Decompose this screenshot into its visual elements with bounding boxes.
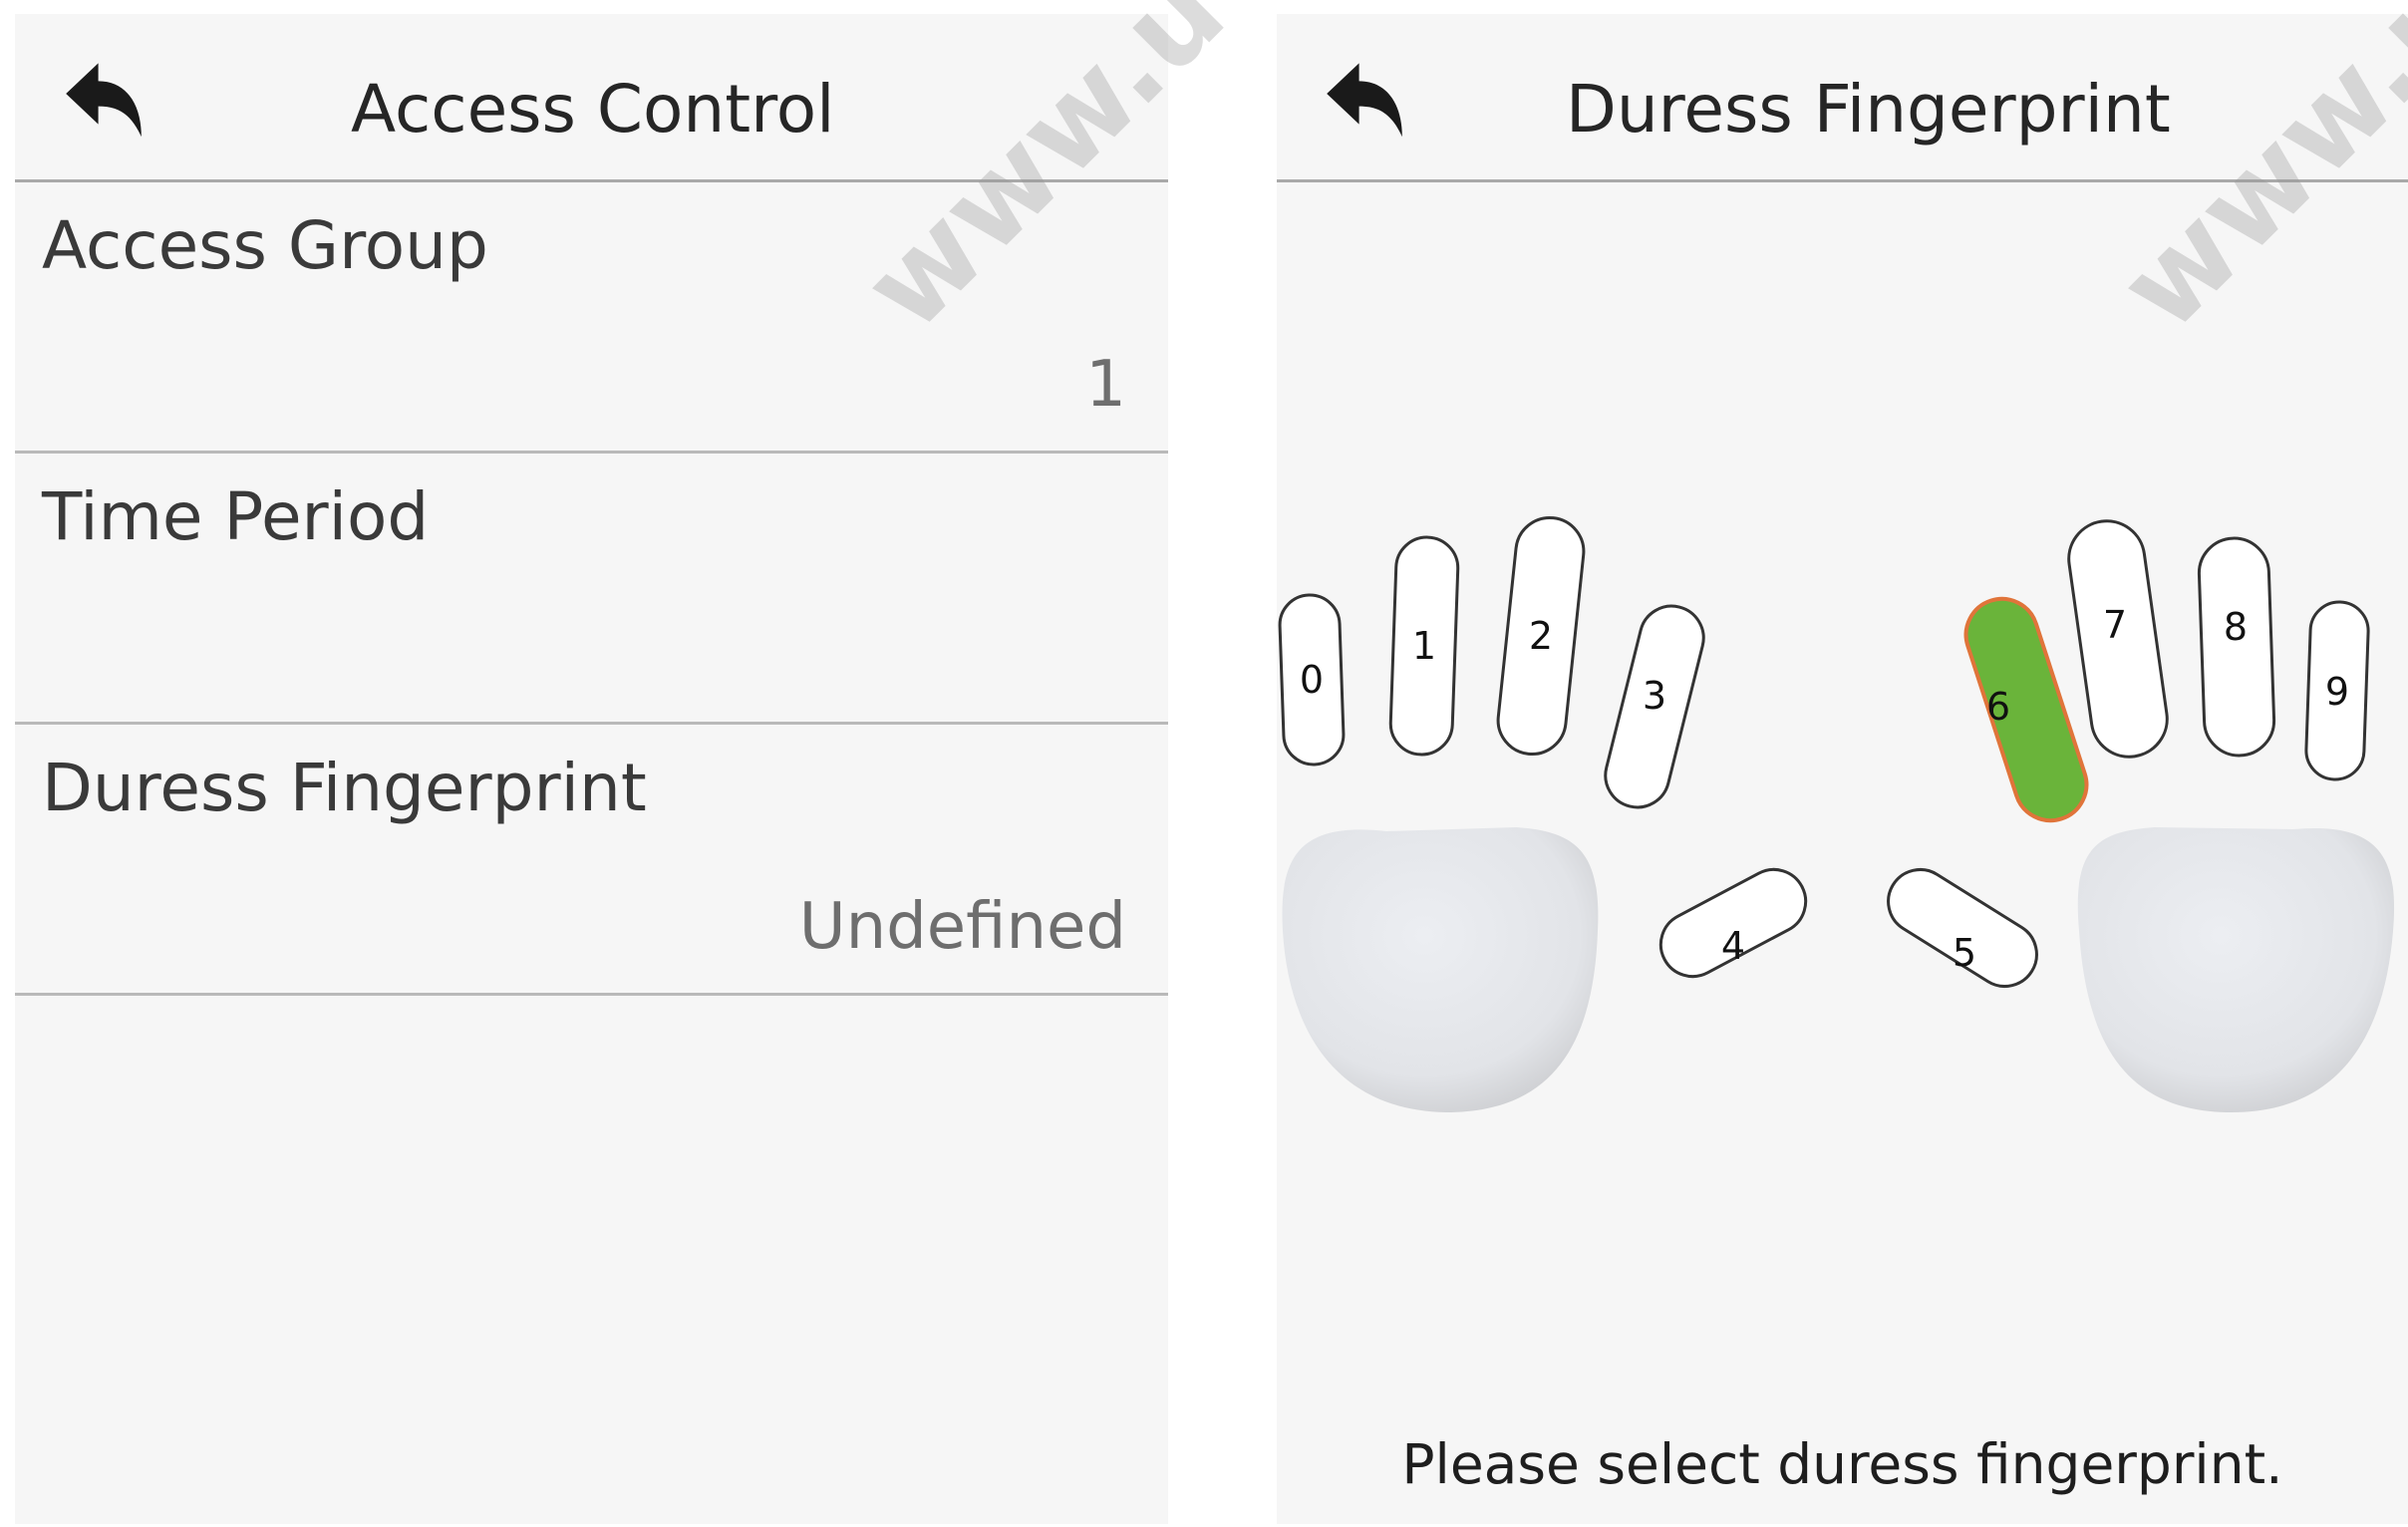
right-palm (2077, 827, 2395, 1112)
menu-item-label: Time Period (42, 478, 430, 555)
finger-1[interactable]: 1 (1388, 535, 1460, 757)
back-arrow-icon[interactable] (1317, 58, 1412, 148)
header: Access Control (15, 14, 1168, 182)
finger-label: 9 (2325, 670, 2349, 714)
menu-item-label: Duress Fingerprint (42, 750, 647, 826)
finger-label: 3 (1643, 674, 1666, 718)
finger-9[interactable]: 9 (2304, 600, 2370, 781)
duress-fingerprint-screen: Duress Fingerprint 0 1 2 3 4 5 6 7 8 9 P… (1277, 14, 2408, 1524)
finger-label: 6 (1986, 685, 2010, 729)
finger-label: 1 (1412, 624, 1436, 668)
finger-label: 8 (2224, 605, 2248, 649)
menu-item-value: 1 (1085, 348, 1126, 422)
finger-label: 0 (1300, 658, 1324, 702)
finger-8[interactable]: 8 (2197, 536, 2276, 758)
menu-item-label: Access Group (42, 207, 488, 284)
menu-item-value: Undefined (798, 890, 1126, 964)
finger-label: 7 (2103, 603, 2127, 647)
page-title: Duress Fingerprint (1566, 71, 2171, 148)
access-control-screen: Access Control Access Group 1 Time Perio… (15, 14, 1168, 1524)
finger-label: 4 (1721, 924, 1745, 968)
page-title: Access Control (351, 71, 835, 148)
finger-5[interactable]: 5 (1877, 857, 2049, 998)
finger-7[interactable]: 7 (2064, 516, 2172, 762)
finger-0[interactable]: 0 (1278, 593, 1346, 766)
finger-shape (1658, 867, 1808, 979)
finger-3[interactable]: 3 (1599, 599, 1710, 813)
finger-shape (1963, 596, 2089, 823)
hands-diagram: 0 1 2 3 4 5 6 7 8 9 (1277, 492, 2408, 1140)
finger-2[interactable]: 2 (1495, 514, 1588, 758)
back-arrow-icon[interactable] (56, 58, 151, 148)
menu-item-time-period[interactable]: Time Period (15, 454, 1168, 725)
finger-shape (1887, 868, 2038, 988)
left-palm (1282, 827, 1599, 1112)
finger-label: 5 (1953, 931, 1976, 975)
header: Duress Fingerprint (1277, 14, 2408, 182)
menu-item-duress-fingerprint[interactable]: Duress Fingerprint Undefined (15, 725, 1168, 996)
finger-6[interactable]: 6 (1956, 590, 2096, 830)
menu-item-access-group[interactable]: Access Group 1 (15, 182, 1168, 454)
instruction-text: Please select duress fingerprint. (1401, 1432, 2283, 1496)
finger-4[interactable]: 4 (1650, 858, 1817, 988)
finger-label: 2 (1529, 614, 1553, 658)
